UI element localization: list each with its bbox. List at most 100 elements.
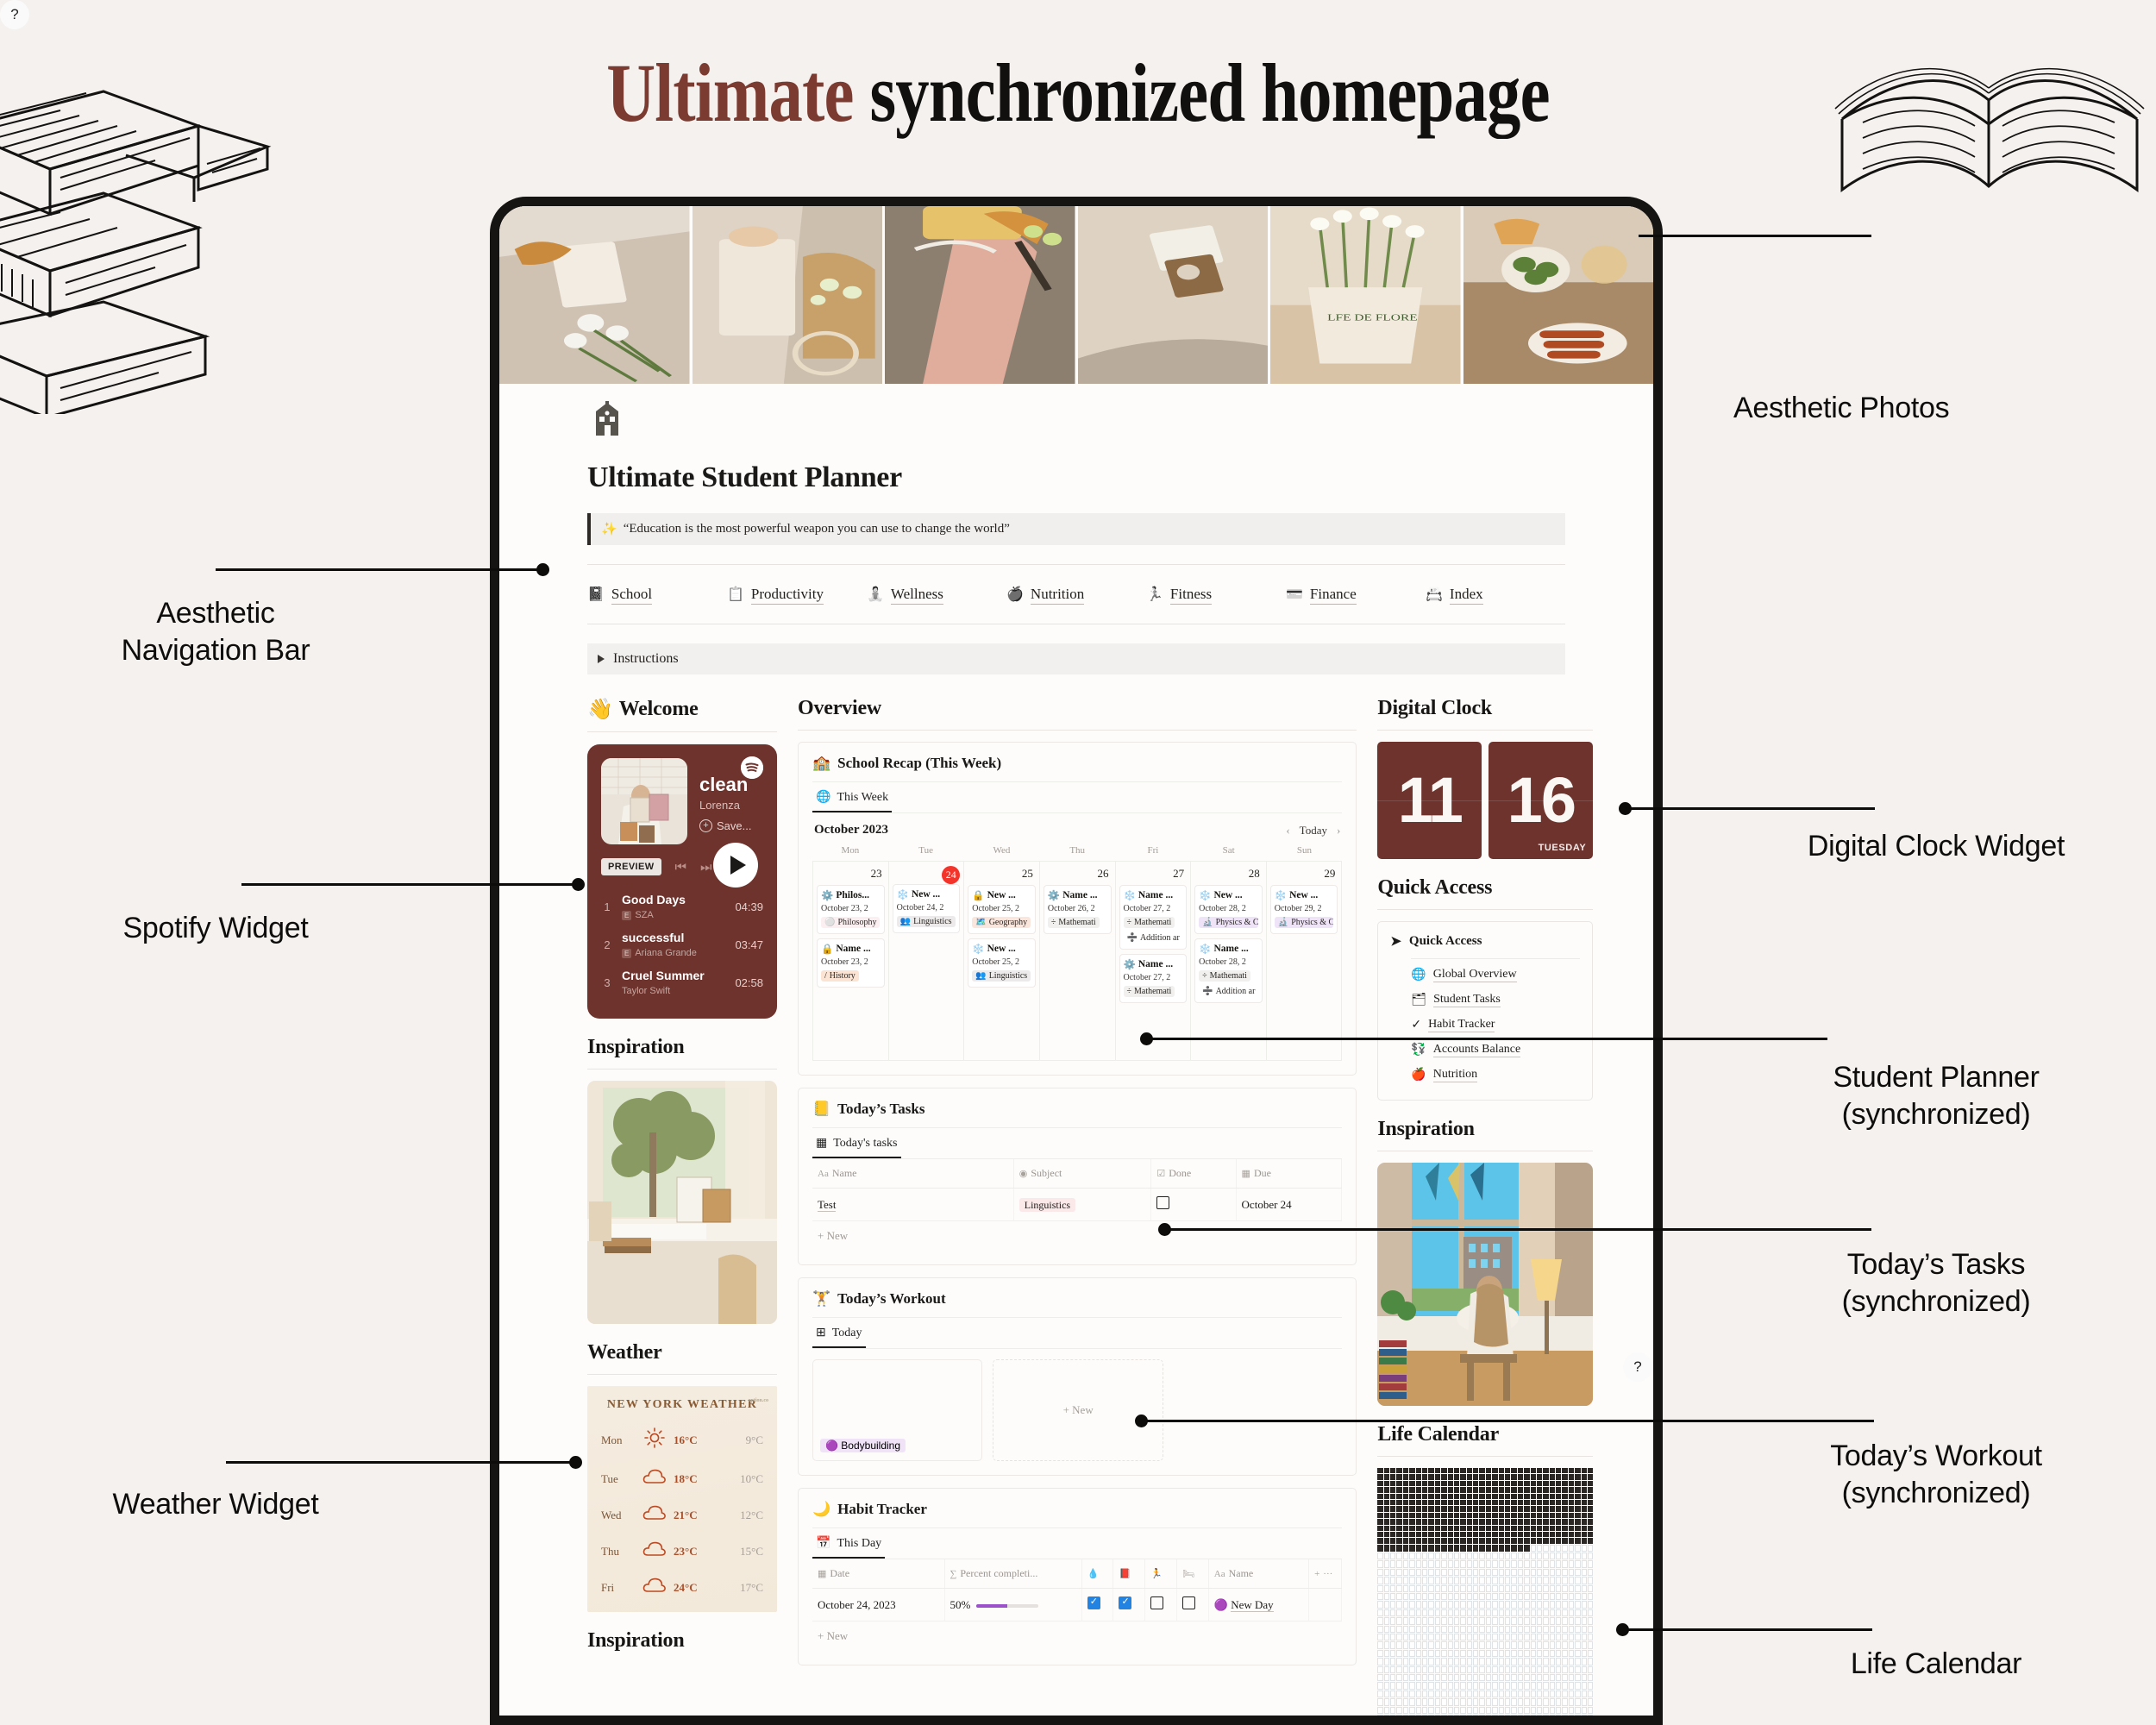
life-calendar-cell [1402,1480,1409,1487]
tab-this-day[interactable]: 📅 This Day [812,1528,886,1559]
calendar-next-icon[interactable]: › [1337,824,1340,837]
quick-access-item-global-overview[interactable]: 🌐 Global Overview [1390,963,1580,988]
nav-item-school[interactable]: 📓 School [587,586,727,605]
col-habit-name[interactable]: Aa Name [1208,1559,1310,1589]
track-row[interactable]: 1 Good Days E SZA 04:39 [601,888,763,925]
nav-item-wellness[interactable]: 🧘 Wellness [867,586,1006,605]
life-calendar-cell [1575,1698,1581,1706]
life-calendar-cell [1453,1493,1460,1499]
life-calendar-cell [1549,1531,1556,1538]
tab-todays-tasks[interactable]: ▦ Today's tasks [812,1128,901,1158]
calendar-event[interactable]: ❄️ New ... October 25, 2 👥 Linguistics [968,938,1036,988]
add-new-workout-button[interactable]: + New [993,1359,1163,1461]
quick-access-item-accounts-balance[interactable]: 💱 Accounts Balance [1390,1038,1580,1063]
left-column: 👋 Welcome clean Lorenza + Save... PREVIE… [587,697,777,1716]
col-subject[interactable]: ◉ Subject [1013,1159,1152,1189]
life-calendar-cell [1473,1512,1479,1519]
life-calendar-cell [1415,1474,1421,1480]
calendar-today-button[interactable]: Today [1300,824,1327,837]
col-water[interactable]: 💧 [1081,1559,1114,1589]
nav-item-nutrition[interactable]: 🍎 Nutrition [1006,586,1146,605]
life-calendar-cell [1587,1552,1594,1560]
tab-today-workout[interactable]: ⊞ Today [812,1318,866,1348]
calendar-event[interactable]: ⚙️ Philos... October 23, 2 ⚪ Philosophy [817,885,885,934]
track-row[interactable]: 3 Cruel Summer Taylor Swift 02:58 [601,963,763,1001]
calendar-event[interactable]: ❄️ New ... October 28, 2 🔬 Physics & C [1194,885,1263,934]
life-calendar-cell [1524,1512,1530,1519]
instructions-toggle[interactable]: Instructions [587,643,1565,674]
help-marker-workout: ? [1623,1352,1652,1382]
calendar-event[interactable]: ❄️ Name ... October 28, 2 ÷ Mathemati ➗ Additi… [1194,938,1263,1003]
life-calendar-cell [1549,1690,1556,1698]
calendar-day-column[interactable]: 29 ❄️ New ... October 29, 2 🔬 Physics & C [1267,862,1343,1060]
col-name[interactable]: Aa Name [812,1159,1014,1189]
done-checkbox[interactable] [1156,1196,1170,1209]
life-calendar-cell [1422,1538,1428,1544]
calendar-event[interactable]: ❄️ New ... October 29, 2 🔬 Physics & C [1269,885,1338,934]
previous-track-icon[interactable]: ⏮ [675,860,687,875]
read-checkbox[interactable] [1119,1596,1132,1609]
col-date[interactable]: ▦ Date [812,1559,945,1589]
table-row[interactable]: Test Linguistics October 24 [812,1188,1343,1221]
life-calendar-cell [1402,1493,1409,1499]
water-checkbox[interactable] [1087,1596,1100,1609]
calendar-event[interactable]: 🔒 New ... October 25, 2 🗺️ Geography [968,885,1036,934]
col-sleep[interactable]: 🛏 [1176,1559,1209,1589]
nav-item-index[interactable]: 📇 Index [1426,586,1565,605]
calendar-event[interactable]: ❄️ Name ... October 27, 2 ÷ Mathemati ➗ Additi… [1119,885,1188,950]
life-calendar-cell [1422,1649,1428,1658]
col-done[interactable]: ☑ Done [1150,1159,1237,1189]
add-new-habit-button[interactable]: + New [812,1622,1342,1651]
life-calendar-cell [1492,1506,1498,1512]
nav-item-fitness[interactable]: 🏃 Fitness [1146,586,1286,605]
nav-item-productivity[interactable]: 📋 Productivity [727,586,867,605]
play-button[interactable] [713,843,758,888]
life-calendar-cell [1441,1506,1447,1512]
col-percent[interactable]: ∑ Percent completi... [944,1559,1082,1589]
table-row[interactable]: October 24, 2023 50% 🟣 New Day [812,1588,1343,1622]
col-due[interactable]: ▦ Due [1236,1159,1343,1189]
quick-access-item-student-tasks[interactable]: 🗂 Student Tasks [1390,988,1580,1013]
life-calendar-cell [1530,1487,1536,1493]
life-calendar-cell [1498,1525,1504,1531]
globe-icon: 🌐 [1411,969,1426,982]
calendar-event[interactable]: ❄️ New ... October 24, 2 👥 Linguistics [892,884,961,933]
calendar-day-column[interactable]: 27 ❄️ Name ... October 27, 2 ÷ Mathemati ➗ Addi… [1116,862,1192,1060]
life-calendar-cell [1543,1641,1549,1649]
tag-icon: ➗ [1126,933,1138,943]
col-exercise[interactable]: 🏃 [1144,1559,1177,1589]
life-calendar-cell [1581,1584,1587,1593]
calendar-event[interactable]: 🔒 Name ... October 23, 2/History [817,938,885,988]
calendar-day-column[interactable]: 24 ❄️ New ... October 24, 2 👥 Linguistics [889,862,965,1060]
life-calendar-cell [1441,1714,1447,1716]
quick-access-item-habit-tracker[interactable]: ✓ Habit Tracker [1390,1013,1580,1038]
life-calendar-cell [1383,1493,1390,1499]
add-new-task-button[interactable]: + New [812,1221,1342,1251]
life-calendar-cell [1460,1560,1466,1568]
next-track-icon[interactable]: ⏭ [700,860,712,875]
calendar-event[interactable]: ⚙️ Name ... October 27, 2 ÷ Mathemati [1119,954,1188,1003]
exercise-checkbox[interactable] [1150,1596,1164,1609]
col-read[interactable]: 📕 [1112,1559,1146,1589]
tab-this-week[interactable]: 🌐 This Week [812,782,893,812]
calendar-prev-icon[interactable]: ‹ [1286,824,1289,837]
quick-access-item-nutrition[interactable]: 🍎 Nutrition [1390,1063,1580,1088]
spotify-widget[interactable]: clean Lorenza + Save... PREVIEW ⏮ ⏭ 1 Go… [587,744,777,1019]
workout-card[interactable]: 🟣 Bodybuilding [812,1359,983,1461]
life-calendar-cell [1562,1468,1568,1474]
add-column-button[interactable]: + ··· [1308,1559,1343,1589]
calendar-day-column[interactable]: 28 ❄️ New ... October 28, 2 🔬 Physics & C ❄️ Na… [1191,862,1267,1060]
calendar-day-column[interactable]: 26 ⚙️ Name ... October 26, 2 ÷ Mathemati [1040,862,1116,1060]
life-calendar-cell [1511,1538,1517,1544]
sleep-checkbox[interactable] [1181,1596,1195,1609]
nav-item-finance[interactable]: 💳 Finance [1286,586,1426,605]
calendar-event[interactable]: ⚙️ Name ... October 26, 2 ÷ Mathemati [1043,885,1112,934]
track-row[interactable]: 2 successful E Ariana Grande 03:47 [601,925,763,963]
calendar-day-column[interactable]: 25 🔒 New ... October 25, 2 🗺️ Geography ❄️ New … [964,862,1040,1060]
calendar-today-number: 24 [942,866,961,884]
life-calendar-cell [1485,1714,1492,1716]
weather-widget[interactable]: NEW YORK WEATHER option.co Mon 16°C 9°C … [587,1386,777,1612]
calendar-day-column[interactable]: 23 ⚙️ Philos... October 23, 2 ⚪ Philosophy 🔒 Na… [813,862,889,1060]
save-button[interactable]: + Save... [699,819,763,832]
life-calendar-cell [1441,1487,1447,1493]
